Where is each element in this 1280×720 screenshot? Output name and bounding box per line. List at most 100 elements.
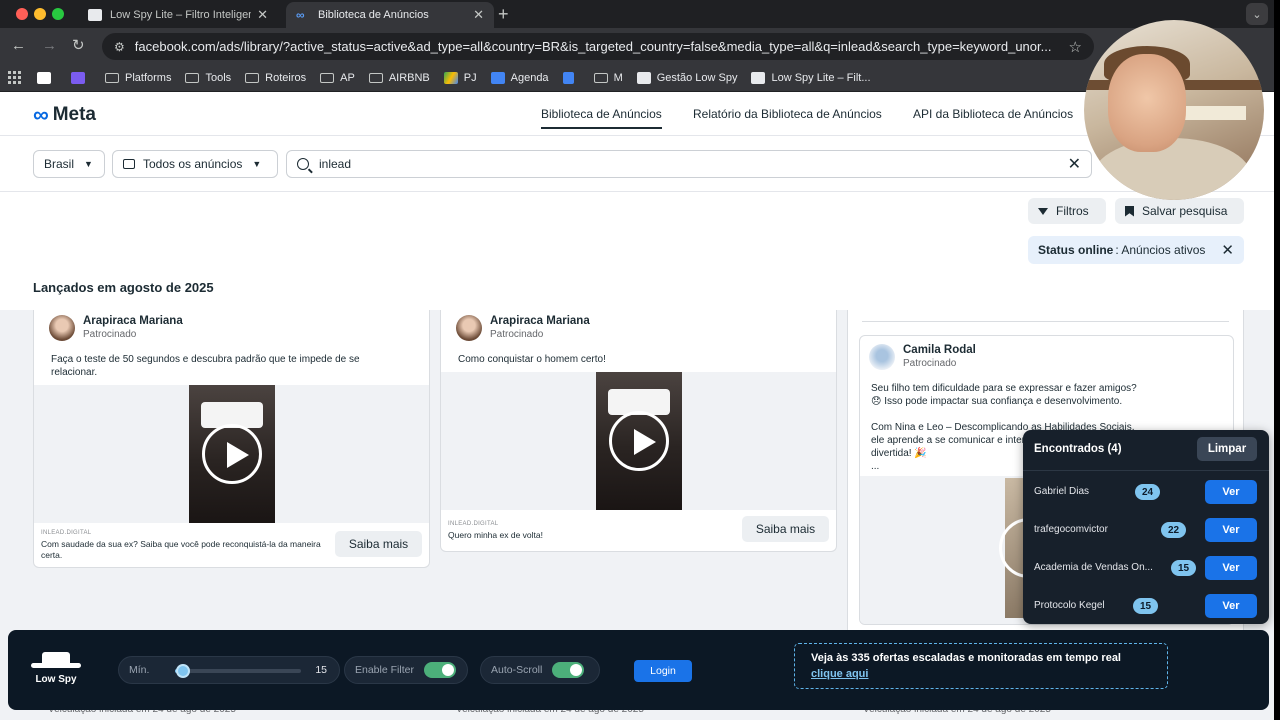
bookmark-ap[interactable]: AP: [320, 72, 355, 84]
bookmark-m-folder[interactable]: M: [593, 72, 623, 84]
back-arrow-icon[interactable]: ←: [11, 37, 26, 55]
lowspy-icon: [636, 71, 651, 84]
found-item-count: 15: [1133, 598, 1159, 614]
play-icon[interactable]: [202, 424, 262, 484]
nav-ads-library-report[interactable]: Relatório da Biblioteca de Anúncios: [693, 107, 882, 121]
min-value: 15: [315, 664, 327, 676]
maximize-window-icon[interactable]: [52, 8, 64, 20]
bookmark-gestao-low-spy[interactable]: Gestão Low Spy: [636, 71, 737, 84]
search-bar: Brasil ▼ Todos os anúncios ▼ inlead ✕: [0, 136, 1280, 192]
advertiser[interactable]: Arapiraca Mariana Patrocinado: [456, 315, 590, 341]
meta-infinity-icon: ∞: [33, 102, 49, 127]
address-bar[interactable]: ⚙ facebook.com/ads/library/?active_statu…: [102, 33, 1094, 60]
bookmark-platforms[interactable]: Platforms: [105, 72, 171, 84]
found-item-count: 22: [1161, 522, 1187, 538]
lowspy-lite-icon: [751, 71, 766, 84]
meta-logo-text: Meta: [52, 104, 96, 125]
browser-tab-ads-library[interactable]: ∞ Biblioteca de Anúncios ✕: [286, 2, 494, 28]
learn-more-button[interactable]: Saiba mais: [742, 516, 829, 542]
nav-ads-library-api[interactable]: API da Biblioteca de Anúncios: [913, 107, 1073, 121]
advertiser-name[interactable]: Camila Rodal: [903, 344, 976, 356]
bookmark-pj[interactable]: PJ: [443, 71, 477, 84]
auto-scroll-control: Auto-Scroll: [480, 656, 600, 684]
divider: [1023, 470, 1269, 471]
browser-tab-lowspy[interactable]: Low Spy Lite – Filtro Inteligen ✕: [78, 2, 278, 28]
close-window-icon[interactable]: [16, 8, 28, 20]
country-select[interactable]: Brasil ▼: [33, 150, 105, 178]
meta-favicon-icon: ∞: [296, 8, 305, 22]
lowspy-logo: Low Spy: [28, 648, 84, 692]
min-slider-thumb[interactable]: [175, 664, 190, 678]
advertiser-name[interactable]: Arapiraca Mariana: [490, 315, 590, 327]
lowspy-logo-text: Low Spy: [35, 674, 77, 685]
status-filter-chip[interactable]: Status online : Anúncios ativos ✕: [1028, 236, 1244, 264]
avatar: [456, 315, 482, 341]
site-settings-icon[interactable]: ⚙: [114, 40, 125, 54]
bookmark-star-icon[interactable]: ☆: [1069, 38, 1082, 56]
login-button[interactable]: Login: [634, 660, 692, 682]
ad-type-select[interactable]: Todos os anúncios ▼: [112, 150, 278, 178]
clear-button[interactable]: Limpar: [1197, 437, 1257, 461]
reload-icon[interactable]: ↻: [72, 37, 85, 55]
close-tab-icon[interactable]: ✕: [257, 7, 268, 23]
folder-icon: [105, 72, 119, 83]
calendar-icon: [490, 71, 505, 84]
folder-icon: [245, 72, 260, 83]
bookmark-airbnb[interactable]: AIRBNB: [368, 72, 430, 84]
learn-more-button[interactable]: Saiba mais: [335, 531, 422, 557]
found-item-count: 24: [1135, 484, 1161, 500]
close-tab-icon[interactable]: ✕: [473, 7, 484, 23]
bookmark-roteiros[interactable]: Roteiros: [245, 72, 306, 84]
nav-ads-library[interactable]: Biblioteca de Anúncios: [541, 107, 662, 129]
enable-filter-toggle[interactable]: [423, 662, 456, 678]
meta-logo[interactable]: ∞ Meta: [33, 104, 96, 126]
minimize-window-icon[interactable]: [34, 8, 46, 20]
avatar: [49, 315, 75, 341]
folder-icon: [368, 72, 383, 83]
view-button[interactable]: Ver: [1205, 556, 1257, 580]
tab-search-chevron-icon[interactable]: ⌄: [1246, 3, 1268, 25]
view-button[interactable]: Ver: [1205, 518, 1257, 542]
found-item: Academia de Vendas On... 15 Ver: [1023, 554, 1269, 584]
remove-filter-icon[interactable]: ✕: [1221, 241, 1234, 259]
play-icon[interactable]: [609, 411, 669, 471]
found-item: Protocolo Kegel 15 Ver: [1023, 592, 1269, 622]
promo-link[interactable]: clique aqui: [811, 668, 868, 680]
right-edge-border: [1274, 0, 1280, 720]
found-item: Gabriel Dias 24 Ver: [1023, 478, 1269, 508]
min-slider-track[interactable]: [175, 664, 301, 678]
bookmark-u[interactable]: [37, 71, 57, 84]
advertiser[interactable]: Arapiraca Mariana Patrocinado: [49, 315, 183, 341]
view-button[interactable]: Ver: [1205, 594, 1257, 618]
ad-video[interactable]: [189, 385, 275, 523]
presenter-face: [1108, 54, 1186, 152]
promo-text: Veja às 335 ofertas escaladas e monitora…: [811, 652, 1121, 664]
clear-search-icon[interactable]: ✕: [1068, 154, 1081, 174]
advertiser-name[interactable]: Arapiraca Mariana: [83, 315, 183, 327]
found-item-count: 15: [1171, 560, 1197, 576]
bookmark-docs[interactable]: [562, 71, 580, 84]
search-input[interactable]: inlead ✕: [286, 150, 1092, 178]
promo-banner: Veja às 335 ofertas escaladas e monitora…: [794, 643, 1168, 689]
bookmark-agenda[interactable]: Agenda: [490, 71, 549, 84]
ad-card: Arapiraca Mariana Patrocinado Faça o tes…: [33, 310, 430, 568]
apps-grid-icon[interactable]: [8, 71, 21, 84]
u-logo-icon: [37, 71, 51, 84]
ad-video[interactable]: [596, 372, 682, 510]
auto-scroll-toggle[interactable]: [552, 662, 585, 678]
save-search-button[interactable]: Salvar pesquisa: [1115, 198, 1244, 224]
filters-button[interactable]: Filtros: [1028, 198, 1106, 224]
min-label: Mín.: [129, 664, 150, 676]
bookmark-tools[interactable]: Tools: [185, 72, 231, 84]
advertiser[interactable]: Camila Rodal Patrocinado: [869, 344, 976, 370]
new-tab-button[interactable]: +: [498, 4, 509, 25]
sponsored-label: Patrocinado: [83, 329, 137, 340]
search-query: inlead: [319, 157, 352, 171]
view-button[interactable]: Ver: [1205, 480, 1257, 504]
ad-card: Arapiraca Mariana Patrocinado Como conqu…: [440, 310, 837, 552]
bookmark-low-spy-lite[interactable]: Low Spy Lite – Filt...: [751, 71, 871, 84]
found-item-name: trafegocomvictor: [1034, 524, 1108, 535]
forward-arrow-icon[interactable]: →: [42, 37, 57, 55]
ad-domain: INLEAD.DIGITAL: [41, 530, 92, 536]
bookmark-m[interactable]: [71, 71, 91, 84]
